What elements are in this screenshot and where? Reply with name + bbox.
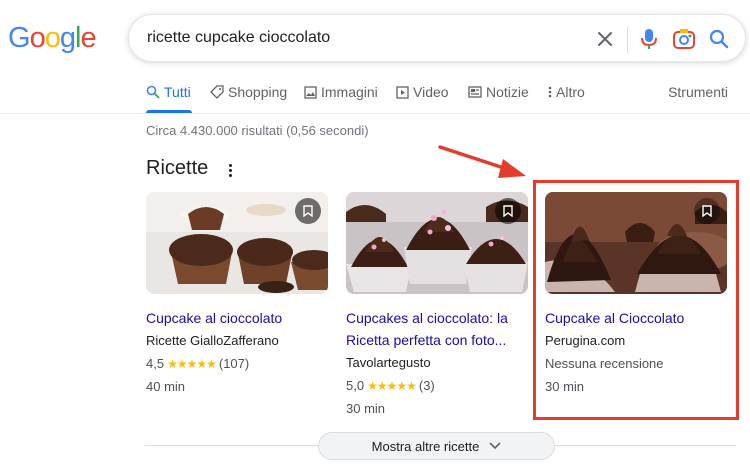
show-more-button[interactable]: Mostra altre ricette xyxy=(318,432,555,460)
show-more-label: Mostra altre ricette xyxy=(371,438,480,454)
annotation-arrow-icon xyxy=(438,145,526,178)
chevron-down-icon xyxy=(489,442,501,450)
